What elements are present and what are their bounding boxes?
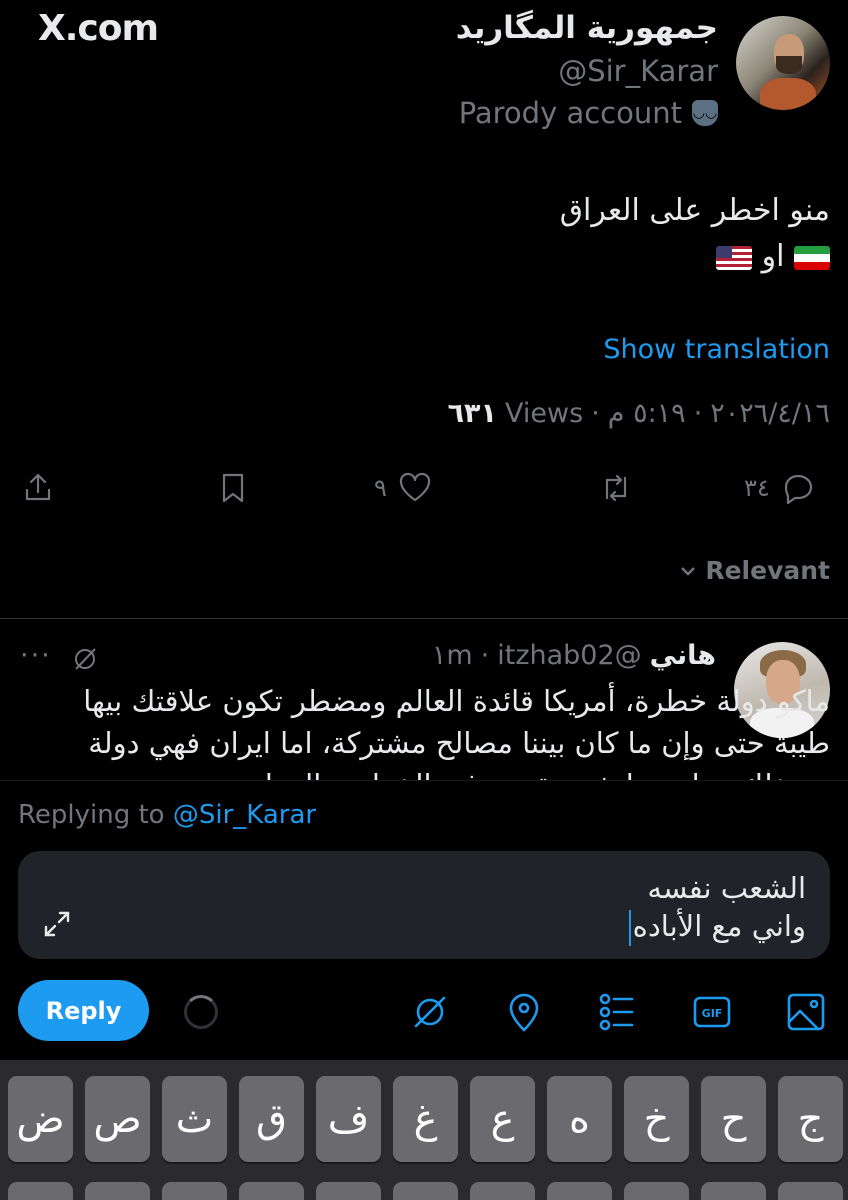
- reply-count-button[interactable]: ٣٤: [744, 468, 816, 508]
- author-avatar[interactable]: [736, 16, 830, 110]
- like-count: ٩: [374, 474, 387, 502]
- grok-icon: [414, 996, 446, 1028]
- iran-flag-icon: [794, 245, 830, 270]
- reply-input[interactable]: الشعب نفسه واني مع الأباده: [18, 851, 830, 959]
- location-pin-icon: [509, 993, 539, 1032]
- more-options-button[interactable]: ···: [20, 640, 52, 671]
- poll-button[interactable]: [596, 990, 640, 1034]
- author-handle[interactable]: @Sir_Karar: [558, 54, 718, 88]
- tweet-meta: ٢٠٢٦/٤/١٦ · ٥:١٩ م · Views ٦٣١: [448, 398, 830, 429]
- brand-title: X.com: [38, 8, 159, 49]
- tweet-line-2: او: [50, 234, 830, 280]
- svg-text:GIF: GIF: [702, 1007, 723, 1020]
- input-line-1: الشعب نفسه: [647, 871, 806, 905]
- key[interactable]: ه: [547, 1076, 612, 1162]
- chevron-down-icon: [681, 566, 696, 576]
- key[interactable]: [547, 1182, 612, 1200]
- reply-author-handle[interactable]: @itzhab02: [497, 640, 641, 671]
- tweet-time: ٥:١٩ م: [607, 398, 686, 429]
- tweet-line-1: منو اخطر على العراق: [559, 193, 830, 228]
- tweet-or-word: او: [761, 239, 785, 274]
- key[interactable]: [393, 1182, 458, 1200]
- expand-icon[interactable]: [42, 909, 72, 943]
- character-count-ring: [184, 995, 218, 1029]
- reply-text: ماكو دولة خطرة، أمريكا قائدة العالم ومضط…: [83, 684, 830, 780]
- heart-icon: [399, 472, 430, 502]
- parody-label: Parody account ◡◡: [459, 96, 718, 130]
- show-translation-link[interactable]: Show translation: [603, 334, 830, 365]
- meta-sep-1: ·: [693, 398, 703, 429]
- key[interactable]: [85, 1182, 150, 1200]
- key[interactable]: [162, 1182, 227, 1200]
- theater-mask-icon: ◡◡: [692, 100, 718, 126]
- key[interactable]: ق: [239, 1076, 304, 1162]
- key[interactable]: [239, 1182, 304, 1200]
- key[interactable]: [778, 1182, 843, 1200]
- reply-count: ٣٤: [744, 474, 770, 502]
- replying-prefix: Replying to: [18, 800, 165, 830]
- divider: [0, 618, 848, 619]
- views-label: Views: [505, 398, 584, 429]
- us-flag-icon: [716, 245, 753, 270]
- key[interactable]: [470, 1182, 535, 1200]
- comment-icon: [784, 474, 812, 505]
- key[interactable]: [316, 1182, 381, 1200]
- tweet-text: منو اخطر على العراق او: [50, 188, 830, 280]
- gif-button[interactable]: GIF: [690, 990, 734, 1034]
- like-button[interactable]: ٩: [374, 468, 433, 508]
- image-button[interactable]: [784, 990, 828, 1034]
- location-button[interactable]: [502, 990, 546, 1034]
- repost-icon: [605, 474, 627, 502]
- text-caret: [628, 910, 631, 946]
- bookmark-icon: [222, 473, 244, 503]
- key[interactable]: ج: [778, 1076, 843, 1162]
- reply-input-text[interactable]: الشعب نفسه واني مع الأباده: [628, 869, 806, 946]
- key[interactable]: خ: [624, 1076, 689, 1162]
- replying-to: Replying to @Sir_Karar: [18, 800, 316, 830]
- grok-tool-button[interactable]: [408, 990, 452, 1034]
- gif-icon: GIF: [693, 996, 731, 1028]
- repost-button[interactable]: [598, 468, 634, 508]
- reply-author-name[interactable]: هاني: [650, 640, 716, 671]
- key[interactable]: ض: [8, 1076, 73, 1162]
- reply-button[interactable]: Reply: [18, 980, 149, 1041]
- sort-relevant-button[interactable]: Relevant: [677, 556, 830, 585]
- parody-text: Parody account: [458, 96, 682, 130]
- bookmark-button[interactable]: [215, 468, 251, 508]
- input-line-2: واني مع الأباده: [628, 907, 806, 946]
- author-name[interactable]: جمهورية المگاريد: [456, 10, 718, 46]
- meta-sep-2: ·: [591, 398, 600, 429]
- poll-icon: [599, 993, 634, 1031]
- key[interactable]: [701, 1182, 766, 1200]
- share-button[interactable]: [20, 468, 56, 508]
- reply-text-container: ماكو دولة خطرة، أمريكا قائدة العالم ومضط…: [0, 680, 848, 780]
- reply-time: ١m: [431, 640, 473, 671]
- keyboard: ض ص ث ق ف غ ع ه خ ح ج: [0, 1060, 848, 1200]
- reply-header: هاني @itzhab02 · ١m: [432, 640, 716, 671]
- tweet-date: ٢٠٢٦/٤/١٦: [710, 398, 830, 429]
- replying-handle[interactable]: @Sir_Karar: [173, 800, 316, 830]
- key[interactable]: [8, 1182, 73, 1200]
- key[interactable]: ف: [316, 1076, 381, 1162]
- key[interactable]: ع: [470, 1076, 535, 1162]
- views-count[interactable]: ٦٣١: [448, 398, 497, 429]
- key[interactable]: غ: [393, 1076, 458, 1162]
- image-icon: [787, 993, 825, 1031]
- key[interactable]: ص: [85, 1076, 150, 1162]
- key[interactable]: ح: [701, 1076, 766, 1162]
- reply-sep: ·: [480, 640, 490, 671]
- key[interactable]: [624, 1182, 689, 1200]
- sort-label: Relevant: [705, 556, 830, 585]
- share-icon: [25, 473, 51, 501]
- grok-icon[interactable]: [70, 644, 100, 678]
- key[interactable]: ث: [162, 1076, 227, 1162]
